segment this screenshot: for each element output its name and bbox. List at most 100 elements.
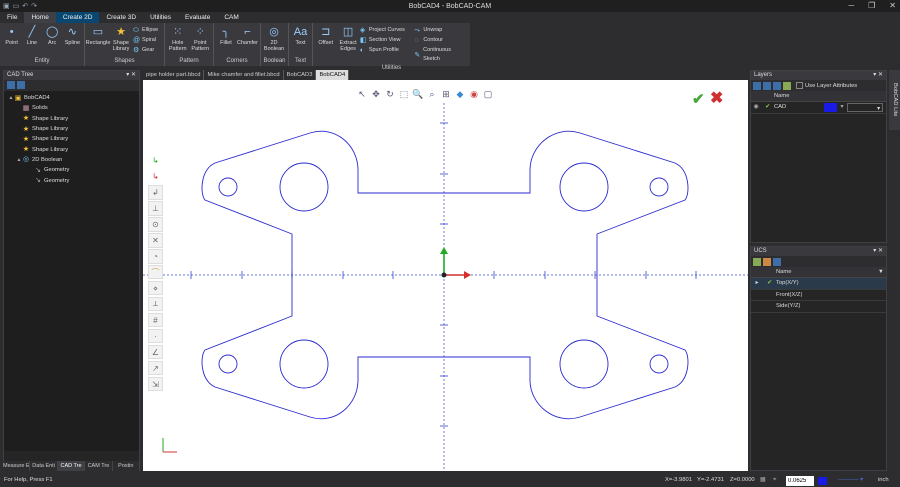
drawing-canvas[interactable] bbox=[143, 80, 748, 471]
rectangle-button[interactable]: ▭ Rectangle bbox=[86, 25, 111, 57]
tree-tool-icon[interactable] bbox=[17, 81, 25, 89]
tab-cam-tree[interactable]: CAM Tre bbox=[85, 461, 113, 471]
snap-quadrant-icon[interactable]: ◔ bbox=[148, 248, 163, 264]
snap-endpoint-icon[interactable]: ↲ bbox=[148, 184, 163, 200]
pan-icon[interactable]: ✥ bbox=[370, 89, 382, 103]
menu-cam[interactable]: CAM bbox=[217, 12, 245, 23]
snap-tangent-icon[interactable]: ⌒ bbox=[148, 264, 163, 280]
doc-tab[interactable]: Mike chamfer and fillet.bbcd bbox=[204, 70, 284, 80]
menu-create-2d[interactable]: Create 2D bbox=[55, 12, 100, 23]
tree-node[interactable]: ▦ Solids bbox=[4, 103, 139, 113]
select-icon[interactable]: ↖ bbox=[356, 89, 368, 103]
tab-cad-tree[interactable]: CAD Tre bbox=[57, 461, 86, 471]
add-layer-icon[interactable] bbox=[753, 81, 761, 90]
chamfer-button[interactable]: ⌐ Chamfer bbox=[237, 25, 258, 57]
doc-tab[interactable]: pipe holder part.bbcd bbox=[143, 70, 205, 80]
shading-icon[interactable]: ◆ bbox=[454, 89, 466, 103]
view-orient-icon[interactable]: ⊞ bbox=[440, 89, 452, 103]
line-style-dropdown[interactable]: ───── ▾ bbox=[838, 477, 863, 483]
section-view-button[interactable]: ◧ Section View bbox=[360, 36, 414, 45]
tree-tool-icon[interactable] bbox=[7, 81, 15, 89]
doc-tab-active[interactable]: BobCAD4 bbox=[316, 70, 350, 80]
filter-icon[interactable]: ▼ bbox=[878, 267, 886, 277]
check-icon[interactable]: ✔ bbox=[761, 102, 774, 113]
large-hole[interactable] bbox=[279, 339, 329, 389]
large-hole[interactable] bbox=[559, 339, 609, 389]
extract-edges-button[interactable]: ◫ Extract Edges bbox=[337, 25, 358, 64]
layer-up-icon[interactable] bbox=[763, 81, 771, 90]
reject-icon[interactable]: ✖ bbox=[710, 88, 723, 108]
panel-pin-close-icon[interactable]: ▾ ✕ bbox=[873, 71, 883, 80]
side-tab-bobcad-lite[interactable]: BobCAD Lite bbox=[889, 70, 900, 130]
ellipse-button[interactable]: ⬭ Ellipse bbox=[133, 26, 158, 35]
layer-color-swatch[interactable] bbox=[824, 103, 837, 112]
continuous-sketch-button[interactable]: ✎ Continuous Sketch bbox=[414, 46, 468, 64]
layer-row[interactable]: ◉ ✔ CAD ▾ ▾ bbox=[751, 102, 886, 114]
color-swatch[interactable] bbox=[818, 477, 827, 485]
tree-node[interactable]: ↘ Geometry bbox=[4, 165, 139, 175]
ucs-row[interactable]: Front(X/Z) bbox=[751, 290, 886, 301]
tab-data-entity[interactable]: Data Enti bbox=[30, 461, 58, 471]
large-hole[interactable] bbox=[279, 162, 329, 212]
tree-node[interactable]: ↘ Geometry bbox=[4, 175, 139, 185]
tree-node[interactable]: ★ Shape Library bbox=[4, 124, 139, 134]
ucs-row[interactable]: Side(Y/Z) bbox=[751, 301, 886, 313]
snap-perpendicular-icon[interactable]: ⟂ bbox=[148, 296, 163, 312]
maximize-icon[interactable]: ❐ bbox=[868, 1, 875, 10]
snap-free-icon[interactable]: ↗ bbox=[148, 360, 163, 376]
view-cube-icon[interactable]: ▢ bbox=[482, 89, 494, 103]
gear-button[interactable]: ⚙ Gear bbox=[133, 46, 158, 55]
snap-distance-input[interactable] bbox=[786, 476, 814, 486]
text-button[interactable]: Aa Text bbox=[291, 25, 310, 57]
panel-pin-close-icon[interactable]: ▾ ✕ bbox=[873, 247, 883, 256]
snap-grid-icon[interactable]: # bbox=[148, 312, 163, 328]
layer-props-icon[interactable] bbox=[783, 81, 791, 90]
grid-snap-icon[interactable]: ▦ bbox=[760, 477, 765, 483]
unwrap-button[interactable]: ⤳ Unwrap bbox=[414, 26, 468, 35]
spline-button[interactable]: ∿ Spline bbox=[63, 25, 82, 57]
spiral-button[interactable]: @ Spiral bbox=[133, 36, 158, 45]
ucs-row[interactable]: ▸ ✔ Top(X/Y) bbox=[751, 278, 886, 290]
zoom-icon[interactable]: 🔍 bbox=[412, 89, 424, 103]
check-icon[interactable]: ✔ bbox=[763, 278, 776, 289]
small-hole[interactable] bbox=[218, 177, 238, 197]
ucs-edit-icon[interactable] bbox=[763, 257, 771, 266]
contour-button[interactable]: ◌ Contour bbox=[414, 36, 468, 45]
ucs-add-icon[interactable] bbox=[753, 257, 761, 266]
shape-library-button[interactable]: ★ Shape Library bbox=[110, 25, 132, 57]
snap-midpoint-icon[interactable]: ⊥ bbox=[148, 200, 163, 216]
tab-measure-entity[interactable]: Measure Enti bbox=[3, 461, 31, 471]
arc-button[interactable]: ◯ Arc bbox=[43, 25, 62, 57]
snap-axis-icon[interactable]: ↳ bbox=[148, 169, 163, 184]
rotate-icon[interactable]: ↻ bbox=[384, 89, 396, 103]
minimize-icon[interactable]: ─ bbox=[848, 1, 854, 10]
point-button[interactable]: • Point bbox=[2, 25, 21, 57]
zoom-fit-icon[interactable]: ⌕ bbox=[426, 89, 438, 103]
tree-node[interactable]: ★ Shape Library bbox=[4, 144, 139, 154]
accept-icon[interactable]: ✔ bbox=[692, 90, 705, 108]
menu-create-3d[interactable]: Create 3D bbox=[99, 12, 143, 23]
close-icon[interactable]: ✕ bbox=[889, 1, 896, 10]
snap-relative-icon[interactable]: ⇲ bbox=[148, 376, 163, 392]
ucs-props-icon[interactable] bbox=[773, 257, 781, 266]
snap-nearest-icon[interactable]: ⋄ bbox=[148, 280, 163, 296]
snap-center-icon[interactable]: ⊙ bbox=[148, 216, 163, 232]
snap-point-icon[interactable]: · bbox=[148, 328, 163, 344]
chevron-down-icon[interactable]: ▾ bbox=[837, 102, 847, 113]
fillet-button[interactable]: ╮ Fillet bbox=[216, 25, 236, 57]
large-hole[interactable] bbox=[559, 162, 609, 212]
use-layer-attributes-checkbox[interactable] bbox=[796, 82, 803, 89]
small-hole[interactable] bbox=[649, 354, 669, 374]
units-dropdown[interactable]: inch bbox=[878, 477, 889, 483]
menu-file[interactable]: File bbox=[0, 12, 24, 23]
tab-posting[interactable]: Postin bbox=[113, 461, 141, 471]
offset-button[interactable]: ⊐ Offset bbox=[315, 25, 336, 64]
tree-node[interactable]: ★ Shape Library bbox=[4, 114, 139, 124]
2d-boolean-button[interactable]: ◎ 2D Boolean bbox=[263, 25, 285, 57]
line-button[interactable]: ╱ Line bbox=[22, 25, 41, 57]
doc-tab[interactable]: BobCAD3 bbox=[284, 70, 317, 80]
project-curves-button[interactable]: ◈ Project Curves bbox=[360, 26, 414, 35]
hole-pattern-button[interactable]: ⁙ Hole Pattern bbox=[167, 25, 189, 57]
panel-pin-close-icon[interactable]: ▾ ✕ bbox=[126, 71, 136, 80]
snap-origin-icon[interactable]: ↳ bbox=[148, 153, 163, 168]
